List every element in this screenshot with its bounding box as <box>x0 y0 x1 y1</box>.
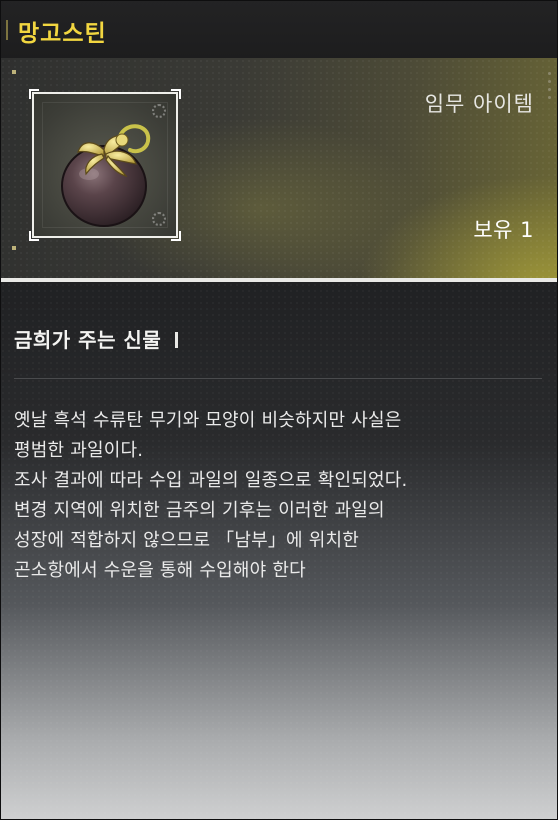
description-line: 평범한 과일이다. <box>14 440 144 461</box>
description-line: 조사 결과에 따라 수입 과일의 일종으로 확인되었다. <box>14 470 408 491</box>
header-accent-bar <box>6 20 8 40</box>
description-title: 금희가 주는 신물 <box>14 324 179 353</box>
panel-dots-decoration <box>548 72 552 104</box>
description-body: 옛날 흑석 수류탄 무기와 모양이 비슷하지만 사실은 평범한 과일이다. 조사… <box>14 406 544 586</box>
description-line: 옛날 흑석 수류탄 무기와 모양이 비슷하지만 사실은 <box>14 410 402 431</box>
item-type-label: 임무 아이템 <box>424 92 534 116</box>
item-header: 망고스틴 <box>0 0 558 59</box>
mangosteen-icon <box>61 124 151 227</box>
description-divider <box>14 378 542 379</box>
item-detail-card: 망고스틴 임무 아이템 보유 1 금희가 주는 신물 옛날 흑석 수류탄 무기와… <box>0 0 558 820</box>
item-icon-frame[interactable] <box>29 89 181 241</box>
owned-count: 보유 1 <box>473 218 534 242</box>
panel-corner-mark <box>12 70 16 74</box>
item-info-panel: 임무 아이템 보유 1 <box>0 58 558 278</box>
description-panel: 금희가 주는 신물 옛날 흑석 수류탄 무기와 모양이 비슷하지만 사실은 평범… <box>0 282 558 820</box>
description-line: 성장에 적합하지 않으므로 「남부」에 위치한 <box>14 530 360 551</box>
title-marker <box>175 332 179 348</box>
description-title-text: 금희가 주는 신물 <box>14 328 162 352</box>
description-line: 변경 지역에 위치한 금주의 기후는 이러한 과일의 <box>14 500 385 521</box>
panel-corner-mark <box>12 246 16 250</box>
description-line: 곤소항에서 수운을 통해 수입해야 한다 <box>14 560 306 581</box>
item-name: 망고스틴 <box>18 21 107 47</box>
